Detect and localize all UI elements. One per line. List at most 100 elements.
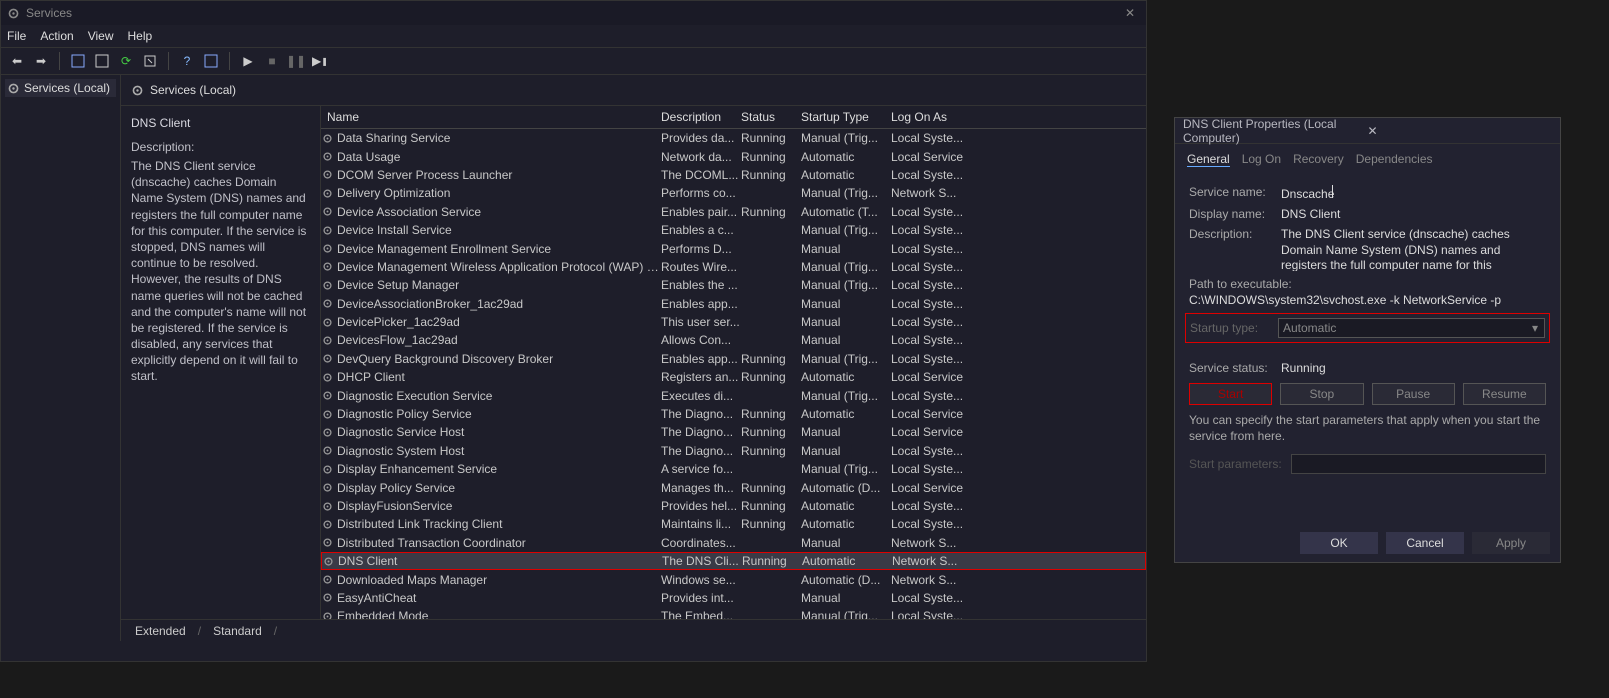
help-icon[interactable]: ?	[177, 51, 197, 71]
column-description[interactable]: Description	[661, 110, 741, 124]
service-row[interactable]: DevQuery Background Discovery BrokerEnab…	[321, 350, 1146, 368]
export-icon[interactable]	[140, 51, 160, 71]
row-desc: This user ser...	[661, 315, 741, 329]
row-name: Device Management Wireless Application P…	[337, 260, 661, 274]
row-desc: A service fo...	[661, 462, 741, 476]
column-name[interactable]: Name	[321, 110, 661, 124]
row-startup: Automatic (D...	[801, 573, 891, 587]
stop-icon[interactable]: ■	[262, 51, 282, 71]
stop-button[interactable]: Stop	[1280, 383, 1363, 405]
gear-icon	[321, 187, 337, 200]
tab-recovery[interactable]: Recovery	[1293, 152, 1344, 167]
service-row[interactable]: DCOM Server Process LauncherThe DCOML...…	[321, 166, 1146, 184]
service-row[interactable]: Display Enhancement ServiceA service fo.…	[321, 460, 1146, 478]
service-row[interactable]: DevicesFlow_1ac29adAllows Con...ManualLo…	[321, 331, 1146, 349]
row-status: Running	[741, 444, 801, 458]
column-startup[interactable]: Startup Type	[801, 110, 891, 124]
start-parameters-input[interactable]	[1291, 454, 1546, 474]
tab-extended[interactable]: Extended	[131, 624, 190, 638]
row-startup: Automatic	[801, 150, 891, 164]
close-icon[interactable]: ✕	[1120, 6, 1140, 20]
tab-general[interactable]: General	[1187, 152, 1230, 167]
row-name: DNS Client	[338, 554, 662, 568]
service-row[interactable]: Device Management Enrollment ServicePerf…	[321, 239, 1146, 257]
column-logon[interactable]: Log On As	[891, 110, 971, 124]
service-row[interactable]: DeviceAssociationBroker_1ac29adEnables a…	[321, 295, 1146, 313]
row-desc: Registers an...	[661, 370, 741, 384]
detail-split: DNS Client Description: The DNS Client s…	[121, 106, 1146, 619]
ok-button[interactable]: OK	[1300, 532, 1378, 554]
path-value: C:\WINDOWS\system32\svchost.exe -k Netwo…	[1189, 293, 1546, 307]
tab-logon[interactable]: Log On	[1242, 152, 1281, 167]
play-icon[interactable]: ▶	[238, 51, 258, 71]
service-row[interactable]: Downloaded Maps ManagerWindows se...Auto…	[321, 570, 1146, 588]
row-logon: Local Syste...	[891, 333, 971, 347]
row-desc: Maintains li...	[661, 517, 741, 531]
tree-pane: Services (Local)	[1, 75, 121, 641]
service-row[interactable]: Display Policy ServiceManages th...Runni…	[321, 478, 1146, 496]
tab-dependencies[interactable]: Dependencies	[1356, 152, 1433, 167]
cancel-button[interactable]: Cancel	[1386, 532, 1464, 554]
row-name: DevicePicker_1ac29ad	[337, 315, 661, 329]
row-desc: The Diagno...	[661, 407, 741, 421]
service-row[interactable]: EasyAntiCheatProvides int...ManualLocal …	[321, 589, 1146, 607]
service-row[interactable]: Diagnostic System HostThe Diagno...Runni…	[321, 442, 1146, 460]
service-row[interactable]: Embedded ModeThe Embed...Manual (Trig...…	[321, 607, 1146, 619]
main-header: Services (Local)	[121, 75, 1146, 106]
toolbar-icon[interactable]	[201, 51, 221, 71]
apply-button[interactable]: Apply	[1472, 532, 1550, 554]
detail-title: DNS Client	[131, 116, 310, 130]
restart-icon[interactable]: ▶❚	[310, 51, 330, 71]
start-button[interactable]: Start	[1189, 383, 1272, 405]
service-row[interactable]: Device Install ServiceEnables a c...Manu…	[321, 221, 1146, 239]
tree-item-services-local[interactable]: Services (Local)	[5, 79, 116, 97]
menu-action[interactable]: Action	[40, 29, 73, 43]
resume-button[interactable]: Resume	[1463, 383, 1546, 405]
gear-icon	[321, 573, 337, 586]
service-row[interactable]: Diagnostic Service HostThe Diagno...Runn…	[321, 423, 1146, 441]
row-desc: Provides hel...	[661, 499, 741, 513]
row-name: Data Sharing Service	[337, 131, 661, 145]
menu-help[interactable]: Help	[128, 29, 153, 43]
display-name-label: Display name:	[1189, 207, 1281, 221]
close-icon[interactable]: ✕	[1368, 124, 1553, 138]
service-row[interactable]: Diagnostic Policy ServiceThe Diagno...Ru…	[321, 405, 1146, 423]
row-startup: Manual	[801, 425, 891, 439]
gear-icon	[321, 150, 337, 163]
startup-type-select[interactable]: Automatic	[1278, 318, 1545, 338]
service-row[interactable]: DHCP ClientRegisters an...RunningAutomat…	[321, 368, 1146, 386]
toolbar-icon[interactable]	[68, 51, 88, 71]
toolbar-icon[interactable]	[92, 51, 112, 71]
row-logon: Local Service	[891, 150, 971, 164]
service-row[interactable]: DisplayFusionServiceProvides hel...Runni…	[321, 497, 1146, 515]
service-row[interactable]: Distributed Link Tracking ClientMaintain…	[321, 515, 1146, 533]
row-logon: Network S...	[891, 573, 971, 587]
service-row[interactable]: Data Sharing ServiceProvides da...Runnin…	[321, 129, 1146, 147]
row-desc: Enables a c...	[661, 223, 741, 237]
pause-button[interactable]: Pause	[1372, 383, 1455, 405]
row-startup: Automatic	[802, 554, 892, 568]
column-status[interactable]: Status	[741, 110, 801, 124]
gear-icon	[321, 334, 337, 347]
row-desc: Coordinates...	[661, 536, 741, 550]
service-status-label: Service status:	[1189, 361, 1281, 375]
pause-icon[interactable]: ❚❚	[286, 51, 306, 71]
service-row[interactable]: Device Management Wireless Application P…	[321, 258, 1146, 276]
service-row[interactable]: Distributed Transaction CoordinatorCoord…	[321, 534, 1146, 552]
service-row[interactable]: Diagnostic Execution ServiceExecutes di.…	[321, 386, 1146, 404]
service-row[interactable]: DevicePicker_1ac29adThis user ser...Manu…	[321, 313, 1146, 331]
start-parameters-label: Start parameters:	[1189, 457, 1291, 471]
back-icon[interactable]: ⬅	[7, 51, 27, 71]
service-row[interactable]: Delivery OptimizationPerforms co...Manua…	[321, 184, 1146, 202]
service-row[interactable]: Device Setup ManagerEnables the ...Manua…	[321, 276, 1146, 294]
refresh-icon[interactable]: ⟳	[116, 51, 136, 71]
forward-icon[interactable]: ➡	[31, 51, 51, 71]
menu-file[interactable]: File	[7, 29, 26, 43]
tab-standard[interactable]: Standard	[209, 624, 266, 638]
service-row[interactable]: Data UsageNetwork da...RunningAutomaticL…	[321, 147, 1146, 165]
service-row[interactable]: Device Association ServiceEnables pair..…	[321, 203, 1146, 221]
menu-view[interactable]: View	[88, 29, 114, 43]
service-row[interactable]: DNS ClientThe DNS Cli...RunningAutomatic…	[321, 552, 1146, 570]
row-name: DHCP Client	[337, 370, 661, 384]
row-name: Diagnostic System Host	[337, 444, 661, 458]
